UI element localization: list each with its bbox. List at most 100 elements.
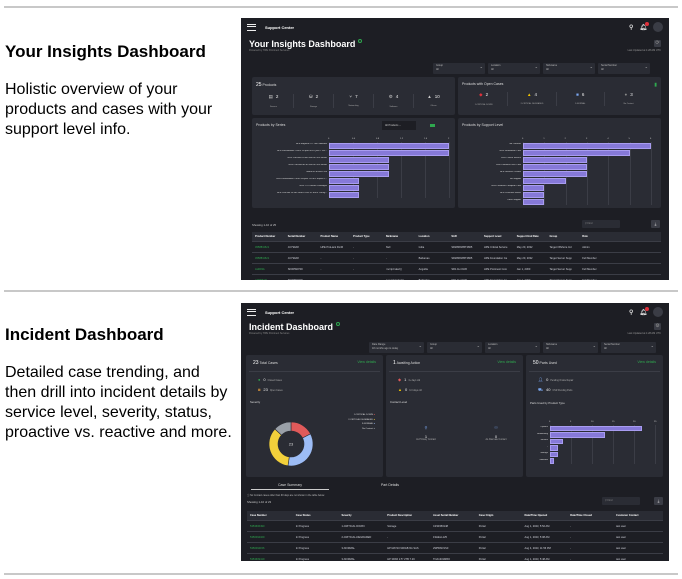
view-details-link[interactable]: View details xyxy=(357,360,376,364)
search-icon[interactable]: ⚲ xyxy=(629,24,633,31)
donut-slice-2-critical-degraded[interactable] xyxy=(268,428,290,467)
column-header[interactable]: Asset Serial Number xyxy=(430,514,476,517)
column-header[interactable]: Support Level xyxy=(481,235,514,238)
stat-item[interactable]: ⚙ 4 Software xyxy=(374,94,414,108)
table-row[interactable]: 5350094329 In Progress 2-CRITICAL-DEGRADED… xyxy=(247,532,663,543)
tab-case-summary[interactable]: Case Summary xyxy=(251,483,329,490)
row-link[interactable]: 5353609419 xyxy=(247,558,293,561)
stat-item[interactable]: ⛁ 2 Storage xyxy=(294,94,334,108)
bar[interactable] xyxy=(523,156,587,163)
legend-item[interactable]: No Contact ● xyxy=(348,427,375,432)
avatar[interactable] xyxy=(653,22,663,32)
table-row[interactable]: 5353606490 In Progress 1-CRITICAL DOWN Stor… xyxy=(247,521,663,532)
table-row[interactable]: 455883-B21 JUY99A8 - - - Bahamas SR2808185T280… xyxy=(252,253,661,264)
filter-location[interactable]: Location All xyxy=(485,342,540,353)
column-header[interactable]: Customer Contact xyxy=(613,514,663,517)
bar[interactable] xyxy=(329,170,389,177)
column-header[interactable]: Group xyxy=(546,235,579,238)
filter-nickname[interactable]: Nickname All xyxy=(543,63,595,74)
bar[interactable] xyxy=(550,458,555,464)
search-icon[interactable]: ⚲ xyxy=(629,309,633,316)
column-header[interactable]: Product Number xyxy=(252,235,285,238)
column-header[interactable]: Serial Number xyxy=(285,235,318,238)
chart-toggle-icon[interactable]: ▮ xyxy=(654,82,657,88)
row-link[interactable]: AM056AR xyxy=(252,279,285,281)
stat-item[interactable]: ▤ 2 Servers xyxy=(254,94,294,108)
bar[interactable] xyxy=(329,163,389,170)
table-row[interactable]: 5353609419 In Progress 3-NORMAL HP 3PAR 2.5… xyxy=(247,554,663,561)
bar[interactable] xyxy=(523,177,566,184)
bar[interactable] xyxy=(329,177,359,184)
view-details-link[interactable]: View details xyxy=(497,360,516,364)
column-header[interactable]: Case Status xyxy=(293,514,339,517)
row-link[interactable]: AH093A xyxy=(252,268,285,271)
find-input[interactable]: ⚲ Find xyxy=(602,497,640,505)
row-link[interactable]: 5353606490 xyxy=(247,525,293,528)
stat-item[interactable]: ● 3 No Contact xyxy=(605,92,652,106)
find-input[interactable]: ⚲ Find xyxy=(582,220,620,228)
table-row[interactable]: 455883-B21 JUY99A8 HPE ProLiant DL36 - Null I… xyxy=(252,242,661,253)
bar[interactable] xyxy=(523,142,651,149)
column-header[interactable]: Product Description xyxy=(384,514,430,517)
bar[interactable] xyxy=(329,184,359,191)
bar[interactable] xyxy=(523,184,545,191)
hamburger-menu-icon[interactable] xyxy=(247,23,256,31)
hamburger-menu-icon[interactable] xyxy=(247,308,256,316)
bar[interactable] xyxy=(329,191,359,198)
table-row[interactable]: AH093A SK00590730 - - <script>alert() Anguill… xyxy=(252,264,661,275)
filter-serial-number[interactable]: Serial Number All xyxy=(598,63,650,74)
column-header[interactable]: Product Type xyxy=(350,235,383,238)
refresh-button[interactable]: ⟳ xyxy=(654,40,661,47)
donut-slice-3-normal[interactable] xyxy=(287,433,314,467)
stat-item[interactable]: ◆ 2 1-CRITICAL DOWN xyxy=(460,92,509,106)
column-header[interactable]: Date/Time Closed xyxy=(567,514,613,517)
column-header[interactable]: Support End Date xyxy=(514,235,547,238)
bar[interactable] xyxy=(329,149,449,156)
series-dropdown[interactable]: All Products ⌄ xyxy=(382,121,416,130)
bar[interactable] xyxy=(550,432,605,438)
notification-bell-icon[interactable]: 🔔︎ xyxy=(639,306,649,316)
row-link[interactable]: 455883-B21 xyxy=(252,246,285,249)
refresh-button[interactable]: ⚙ xyxy=(654,323,661,330)
stat-item[interactable]: ■ 6 3-NORMAL xyxy=(557,92,605,106)
filter-location[interactable]: Location All xyxy=(488,63,540,74)
column-header[interactable]: Date/Time Opened xyxy=(522,514,568,517)
view-details-link[interactable]: View details xyxy=(637,360,656,364)
table-row[interactable]: 5350094156 In Progress 3-NORMAL HP MAT10 90… xyxy=(247,543,663,554)
row-link[interactable]: 5350094156 xyxy=(247,547,293,550)
bar[interactable] xyxy=(550,445,559,451)
filter-nickname[interactable]: Nickname All xyxy=(543,342,598,353)
bar[interactable] xyxy=(329,156,389,163)
table-row[interactable]: AM056AR SK00590729 - - '><script>alert() Barb… xyxy=(252,275,661,281)
download-icon[interactable]: ⤓ xyxy=(651,220,660,228)
filter-group[interactable]: Group All xyxy=(427,342,482,353)
column-header[interactable]: Product Name xyxy=(317,235,350,238)
column-header[interactable]: Nickname xyxy=(383,235,416,238)
download-icon[interactable]: ⤓ xyxy=(654,497,663,505)
stat-item[interactable]: ⑂ 7 Networking xyxy=(334,94,374,108)
row-link[interactable]: 455883-B21 xyxy=(252,257,285,260)
bar[interactable] xyxy=(523,198,545,205)
stat-item[interactable]: ▲ 10 Others xyxy=(414,94,453,108)
filter-group[interactable]: Group All xyxy=(433,63,485,74)
bar[interactable] xyxy=(523,170,587,177)
row-link[interactable]: 5350094329 xyxy=(247,536,293,539)
column-header[interactable]: SAR xyxy=(448,235,481,238)
filter-date-range[interactable]: Date Range 18 months ago to today xyxy=(369,342,424,353)
bar[interactable] xyxy=(523,163,587,170)
bar[interactable] xyxy=(550,425,643,431)
bar[interactable] xyxy=(523,191,545,198)
column-header[interactable]: Location xyxy=(416,235,449,238)
column-header[interactable]: Case Number xyxy=(247,514,293,517)
tab-part-details[interactable]: Part Details xyxy=(351,483,429,487)
column-header[interactable]: Role xyxy=(579,235,661,238)
notification-bell-icon[interactable]: 🔔︎ xyxy=(639,21,649,31)
bar[interactable] xyxy=(329,142,449,149)
filter-serial-number[interactable]: Serial Number All xyxy=(601,342,656,353)
column-header[interactable]: Case Origin xyxy=(476,514,522,517)
column-header[interactable]: Severity xyxy=(339,514,385,517)
avatar[interactable] xyxy=(653,307,663,317)
bar[interactable] xyxy=(550,451,559,457)
stat-item[interactable]: ▲ 4 2-CRITICAL DEGRADED xyxy=(508,92,557,106)
table-view-icon[interactable] xyxy=(430,124,435,127)
